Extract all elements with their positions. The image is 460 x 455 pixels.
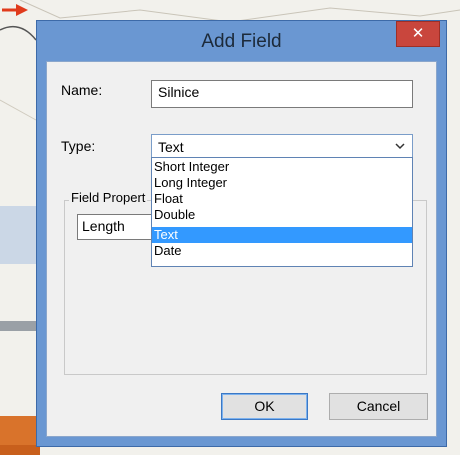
type-dropdown-list: Short Integer Long Integer Float Double … <box>151 157 413 267</box>
type-label: Type: <box>61 138 96 154</box>
background-rule <box>0 321 40 331</box>
dialog-body: Name: Silnice Type: Text Field Propert L… <box>46 61 437 437</box>
ok-button[interactable]: OK <box>221 393 308 420</box>
chevron-down-icon[interactable] <box>394 137 406 158</box>
type-option-short-integer[interactable]: Short Integer <box>152 159 412 175</box>
name-label: Name: <box>61 82 103 98</box>
type-option-float[interactable]: Float <box>152 191 412 207</box>
type-select-value: Text <box>158 139 184 155</box>
add-field-dialog: Add Field ✕ Name: Silnice Type: Text Fie… <box>36 20 447 447</box>
close-icon: ✕ <box>411 25 425 42</box>
cancel-button[interactable]: Cancel <box>329 393 428 420</box>
property-length-cell[interactable]: Length <box>77 214 157 240</box>
type-option-text[interactable]: Text <box>152 227 412 243</box>
arrow-right-icon <box>2 4 28 16</box>
close-button[interactable]: ✕ <box>396 21 440 47</box>
dialog-title: Add Field <box>201 31 282 52</box>
background-block-dark <box>0 445 40 455</box>
field-properties-label: Field Propert <box>69 190 148 205</box>
type-select[interactable]: Text <box>151 134 413 158</box>
type-option-date[interactable]: Date <box>152 243 412 259</box>
title-bar[interactable]: Add Field ✕ <box>37 21 446 61</box>
background-band <box>0 206 40 264</box>
name-field[interactable]: Silnice <box>151 80 413 108</box>
type-option-long-integer[interactable]: Long Integer <box>152 175 412 191</box>
type-option-double[interactable]: Double <box>152 207 412 223</box>
